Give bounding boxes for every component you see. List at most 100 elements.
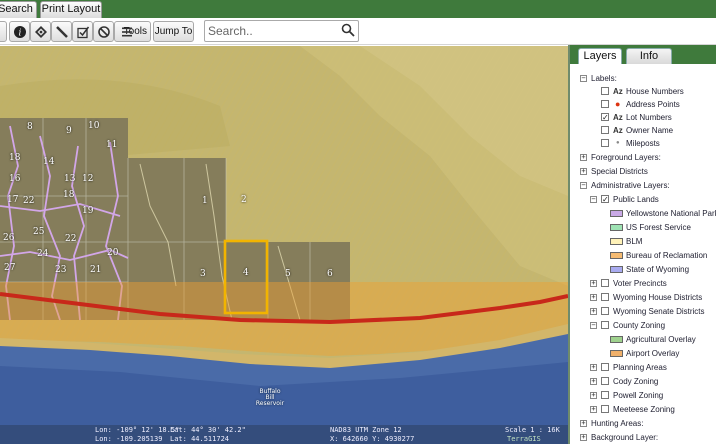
clear-button[interactable] [93, 21, 114, 42]
lot-label[interactable]: 23 [55, 265, 66, 275]
lot-label[interactable]: 17 [7, 195, 18, 205]
measure-button[interactable] [51, 21, 72, 42]
legend-swatch [610, 252, 623, 259]
lot-label[interactable]: 24 [37, 249, 48, 259]
lot-label[interactable]: 5 [285, 269, 291, 279]
lot-label[interactable]: 21 [90, 265, 101, 275]
lot-label[interactable]: 12 [82, 174, 93, 184]
lot-label[interactable]: 18 [63, 190, 74, 200]
lot-label[interactable]: 26 [3, 233, 14, 243]
expand-icon[interactable]: + [580, 168, 587, 175]
layer-checkbox[interactable] [601, 279, 609, 287]
expand-icon[interactable]: + [590, 406, 597, 413]
lot-label[interactable]: 2 [241, 195, 247, 205]
legend-swatch [610, 224, 623, 231]
lot-label[interactable]: 11 [106, 140, 117, 150]
latitude-dms: Lat: 44° 30' 42.2" [170, 426, 246, 434]
legend-label: State of Wyoming [626, 265, 690, 274]
tab-search[interactable]: Search [0, 1, 37, 18]
legend-label: US Forest Service [626, 223, 691, 232]
lot-label[interactable]: 10 [88, 121, 99, 131]
layer-checkbox[interactable] [601, 321, 609, 329]
layer-label: Address Points [626, 100, 680, 109]
tab-info[interactable]: Info [626, 48, 672, 64]
group-label: Hunting Areas: [591, 419, 644, 428]
collapse-icon[interactable]: − [590, 322, 597, 329]
layer-checkbox[interactable] [601, 391, 609, 399]
expand-icon[interactable]: + [590, 308, 597, 315]
layer-label: Owner Name [626, 126, 674, 135]
tab-print-layout[interactable]: Print Layout [40, 1, 102, 18]
expand-icon[interactable]: + [590, 378, 597, 385]
prohibit-icon [97, 25, 110, 38]
layer-checkbox[interactable] [601, 377, 609, 385]
collapse-icon[interactable]: − [580, 75, 587, 82]
expand-icon[interactable]: + [590, 280, 597, 287]
tools-button[interactable]: Tools [114, 21, 151, 42]
red-dot-icon: ● [615, 99, 621, 109]
lot-label[interactable]: 27 [4, 263, 15, 273]
search-icon[interactable] [341, 23, 355, 37]
legend-swatch [610, 266, 623, 273]
lot-label[interactable]: 18 [9, 153, 20, 163]
lot-label[interactable]: 3 [200, 269, 206, 279]
expand-icon[interactable]: + [590, 294, 597, 301]
lot-label[interactable]: 13 [64, 174, 75, 184]
toolbar-partial-button[interactable] [0, 21, 7, 42]
map-imagery [0, 46, 568, 444]
panel-tab-bar: Layers Info [570, 45, 716, 64]
lot-label[interactable]: 9 [66, 126, 72, 136]
lot-label[interactable]: 22 [23, 196, 34, 206]
tab-layers[interactable]: Layers [578, 48, 622, 64]
map-view[interactable]: 8 9 10 11 18 14 16 13 12 17 18 19 22 25 … [0, 46, 568, 444]
legend-label: BLM [626, 237, 643, 246]
collapse-icon[interactable]: − [580, 182, 587, 189]
group-label: Labels: [591, 74, 617, 83]
expand-icon[interactable]: + [590, 364, 597, 371]
lot-label[interactable]: 8 [27, 122, 33, 132]
layer-label: Cody Zoning [613, 377, 659, 386]
checkbox-select-icon [76, 26, 89, 38]
expand-icon[interactable]: + [580, 154, 587, 161]
lot-label[interactable]: 14 [43, 157, 54, 167]
layer-checkbox[interactable]: ✓ [601, 113, 609, 122]
legend-label: Yellowstone National Park [626, 209, 716, 218]
dot-icon: ● [616, 140, 620, 146]
layer-checkbox[interactable] [601, 126, 609, 134]
legend-swatch [610, 210, 623, 217]
layer-checkbox[interactable] [601, 87, 609, 95]
select-button[interactable] [72, 21, 93, 42]
legend-swatch [610, 350, 623, 357]
expand-icon[interactable]: + [590, 392, 597, 399]
layer-checkbox[interactable] [601, 307, 609, 315]
identify-button[interactable]: i [9, 21, 30, 42]
lot-label[interactable]: 1 [202, 196, 208, 206]
search-input[interactable] [208, 23, 336, 39]
lot-label[interactable]: 6 [327, 269, 333, 279]
expand-icon[interactable]: + [580, 434, 587, 441]
layer-label: Voter Precincts [613, 279, 667, 288]
lot-label[interactable]: 25 [33, 227, 44, 237]
search-box [204, 20, 359, 42]
utm-coordinates: X: 642660 Y: 4930277 [330, 435, 415, 443]
collapse-icon[interactable]: − [590, 196, 597, 203]
legend-label: Agricultural Overlay [626, 335, 696, 344]
layer-checkbox[interactable] [601, 363, 609, 371]
lot-label[interactable]: 4 [243, 268, 249, 278]
lot-label[interactable]: 22 [65, 234, 76, 244]
longitude-decimal: Lon: -109.205139 [95, 435, 163, 443]
lot-label[interactable]: 19 [82, 206, 93, 216]
layer-checkbox[interactable] [601, 293, 609, 301]
layer-label: Mileposts [626, 139, 660, 148]
az-icon: Az [613, 126, 623, 135]
lot-label[interactable]: 20 [107, 248, 118, 258]
layer-checkbox[interactable] [601, 139, 609, 147]
jump-to-button[interactable]: Jump To [153, 21, 194, 42]
layer-checkbox[interactable] [601, 405, 609, 413]
lot-label[interactable]: 16 [9, 174, 20, 184]
layer-label: Lot Numbers [626, 113, 672, 122]
layer-checkbox[interactable] [601, 100, 609, 108]
expand-icon[interactable]: + [580, 420, 587, 427]
pan-button[interactable] [30, 21, 51, 42]
layer-checkbox[interactable]: ✓ [601, 195, 609, 204]
